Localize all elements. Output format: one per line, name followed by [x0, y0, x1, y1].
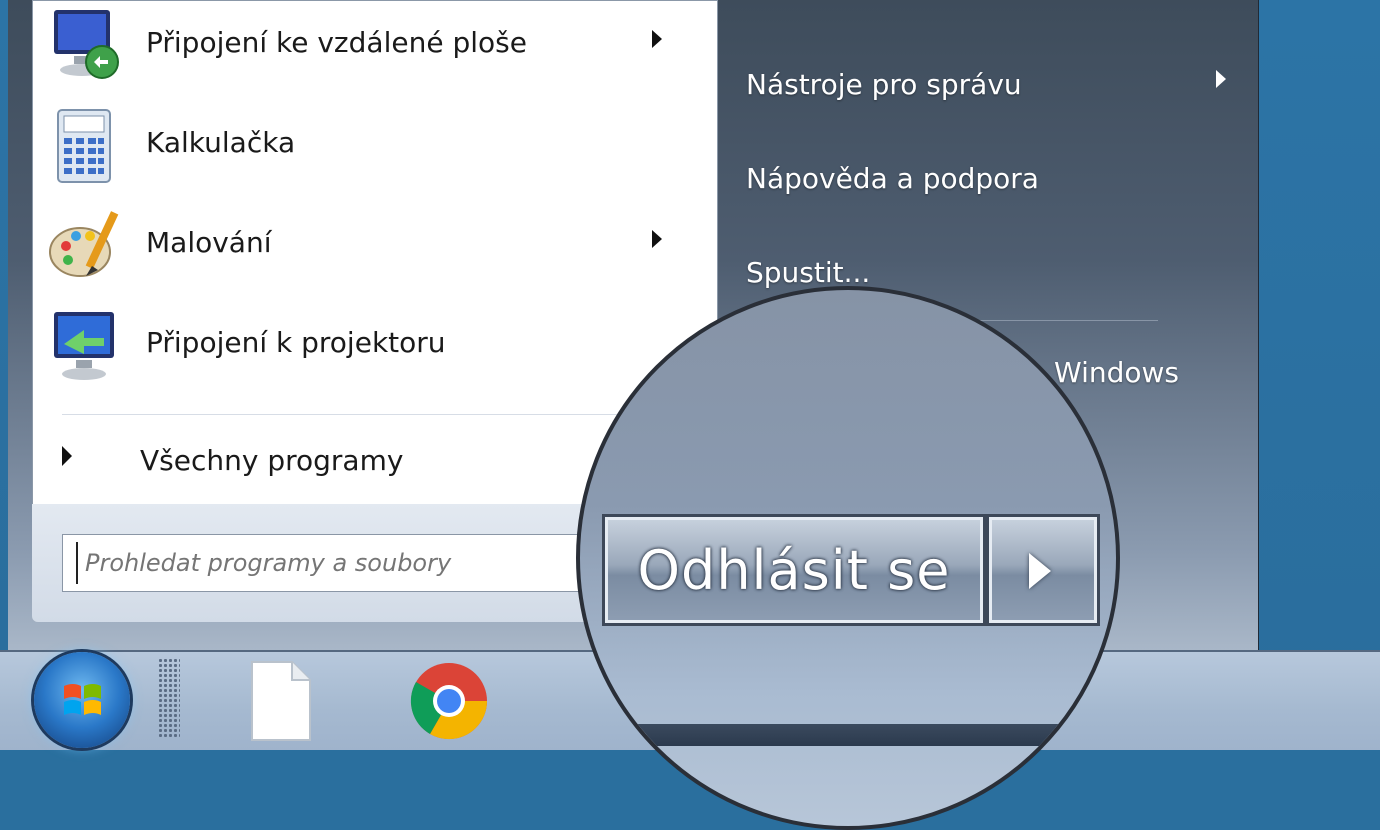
windows-logo-icon	[64, 684, 101, 715]
program-calculator[interactable]: Kalkulačka	[32, 100, 718, 196]
run-item[interactable]: Spustit...	[746, 256, 870, 289]
separator	[62, 414, 688, 415]
text-caret	[76, 542, 78, 584]
paint-icon	[49, 211, 119, 277]
file-icon[interactable]	[250, 660, 312, 742]
projector-icon	[54, 312, 114, 380]
shutdown-options-button[interactable]	[986, 514, 1100, 626]
admin-tools-item[interactable]: Nástroje pro správu	[746, 68, 1022, 101]
magnifier-circle: Odhlásit se	[576, 286, 1120, 830]
taskbar-grip[interactable]	[158, 658, 180, 738]
help-support-item[interactable]: Nápověda a podpora	[746, 162, 1039, 195]
submenu-arrow-icon	[1216, 70, 1226, 88]
program-label: Připojení ke vzdálené ploše	[146, 26, 527, 59]
logoff-label: Odhlásit se	[637, 539, 951, 602]
arrow-right-icon	[1029, 553, 1051, 589]
calculator-icon	[57, 109, 111, 183]
remote-desktop-icon	[54, 10, 119, 79]
program-label: Malování	[146, 226, 272, 259]
taskbar-edge	[580, 724, 1116, 746]
program-label: Kalkulačka	[146, 126, 296, 159]
all-programs-label: Všechny programy	[140, 444, 404, 477]
search-input[interactable]	[62, 534, 602, 592]
program-remote-desktop[interactable]: Připojení ke vzdálené ploše	[32, 0, 718, 96]
windows-item-partial[interactable]: Windows	[1054, 356, 1179, 389]
start-orb-icon[interactable]	[34, 652, 130, 748]
logoff-button[interactable]: Odhlásit se	[602, 514, 986, 626]
expand-arrow-icon	[62, 446, 72, 466]
submenu-arrow-icon	[652, 30, 662, 48]
program-label: Připojení k projektoru	[146, 326, 446, 359]
chrome-icon[interactable]	[408, 660, 490, 742]
program-projector[interactable]: Připojení k projektoru	[32, 300, 718, 396]
program-paint[interactable]: Malování	[32, 200, 718, 296]
submenu-arrow-icon	[652, 230, 662, 248]
